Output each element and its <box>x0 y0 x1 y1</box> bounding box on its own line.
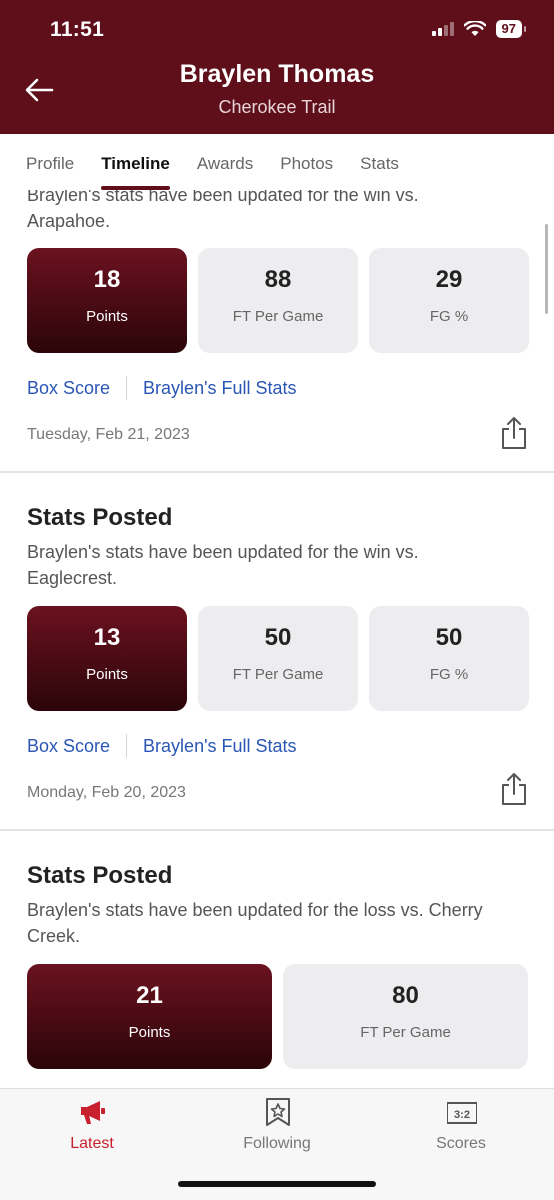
card-description: Braylen's stats have been updated for th… <box>27 542 419 588</box>
stat-value: 21 <box>136 982 163 1009</box>
card-title: Stats Posted <box>27 504 173 531</box>
stat-value: 80 <box>392 982 419 1009</box>
stat-row: 13 Points 50 FT Per Game 50 FG % <box>27 606 529 711</box>
full-stats-link[interactable]: Braylen's Full Stats <box>143 378 297 399</box>
battery-indicator: 97 <box>495 20 527 38</box>
share-icon[interactable] <box>500 416 528 450</box>
stat-tile: 88 FT Per Game <box>198 248 358 353</box>
box-score-link[interactable]: Box Score <box>27 736 110 757</box>
stat-label: FT Per Game <box>232 666 324 683</box>
tab-profile[interactable]: Profile <box>26 134 74 190</box>
timeline-feed: Braylen's stats have been updated for th… <box>0 190 554 1088</box>
stat-value: 29 <box>435 266 463 293</box>
stat-label: Points <box>86 666 128 683</box>
svg-text:3:2: 3:2 <box>454 1109 470 1121</box>
card-description: Braylen's stats have been updated for th… <box>27 190 419 231</box>
status-time: 11:51 <box>50 18 105 41</box>
stat-label: FT Per Game <box>232 308 324 325</box>
box-score-link[interactable]: Box Score <box>27 378 110 399</box>
card-description: Braylen's stats have been updated for th… <box>27 900 483 946</box>
tab-photos[interactable]: Photos <box>280 134 333 190</box>
tab-timeline[interactable]: Timeline <box>101 134 170 190</box>
nav-label: Following <box>243 1135 311 1152</box>
stat-tile: 29 FG % <box>369 248 529 353</box>
tab-awards[interactable]: Awards <box>197 134 253 190</box>
card-title: Stats Posted <box>27 862 173 889</box>
stat-tile: 50 FT Per Game <box>198 606 358 711</box>
stat-tile: 18 Points <box>27 248 187 353</box>
stat-row: 18 Points 88 FT Per Game 29 FG % <box>27 248 529 353</box>
link-divider <box>126 734 128 758</box>
home-indicator[interactable] <box>178 1181 376 1187</box>
full-stats-link[interactable]: Braylen's Full Stats <box>143 736 297 757</box>
stat-value: 18 <box>93 266 121 293</box>
stat-label: Points <box>128 1024 171 1041</box>
card-divider <box>0 471 554 473</box>
status-indicators: 97 <box>431 20 527 38</box>
stat-label: FT Per Game <box>360 1024 451 1041</box>
nav-label: Latest <box>70 1135 114 1152</box>
page-title: Braylen Thomas <box>179 60 375 88</box>
share-icon[interactable] <box>500 772 528 806</box>
stat-label: Points <box>86 308 128 325</box>
stat-tile: 80 FT Per Game <box>283 964 528 1069</box>
card-links: Box Score Braylen's Full Stats <box>27 734 297 758</box>
tab-stats[interactable]: Stats <box>360 134 399 190</box>
cellular-signal-icon <box>431 22 454 36</box>
stat-value: 13 <box>93 624 121 651</box>
card-links: Box Score Braylen's Full Stats <box>27 376 297 400</box>
megaphone-icon <box>81 1101 105 1124</box>
nav-label: Scores <box>436 1135 486 1152</box>
bookmark-star-icon <box>266 1098 290 1126</box>
stat-tile: 50 FG % <box>369 606 529 711</box>
link-divider <box>126 376 128 400</box>
profile-tabs: Profile Timeline Awards Photos Stats <box>0 134 554 190</box>
post-date: Tuesday, Feb 21, 2023 <box>27 426 190 443</box>
stat-tile: 13 Points <box>27 606 187 711</box>
card-divider <box>0 829 554 831</box>
app-header: 11:51 97 Braylen Thomas Cherokee Trail <box>0 0 554 134</box>
stat-row: 21 Points 80 FT Per Game <box>27 964 528 1069</box>
wifi-icon <box>463 21 486 36</box>
post-date: Monday, Feb 20, 2023 <box>27 784 186 801</box>
stat-value: 50 <box>264 624 292 651</box>
stat-value: 50 <box>435 624 463 651</box>
stat-tile: 21 Points <box>27 964 272 1069</box>
scrollbar[interactable] <box>545 224 548 314</box>
scoreboard-icon: 3:2 <box>447 1102 477 1124</box>
stat-value: 88 <box>264 266 292 293</box>
team-subtitle: Cherokee Trail <box>218 97 336 117</box>
stat-label: FG % <box>429 666 469 683</box>
stat-label: FG % <box>429 308 469 325</box>
